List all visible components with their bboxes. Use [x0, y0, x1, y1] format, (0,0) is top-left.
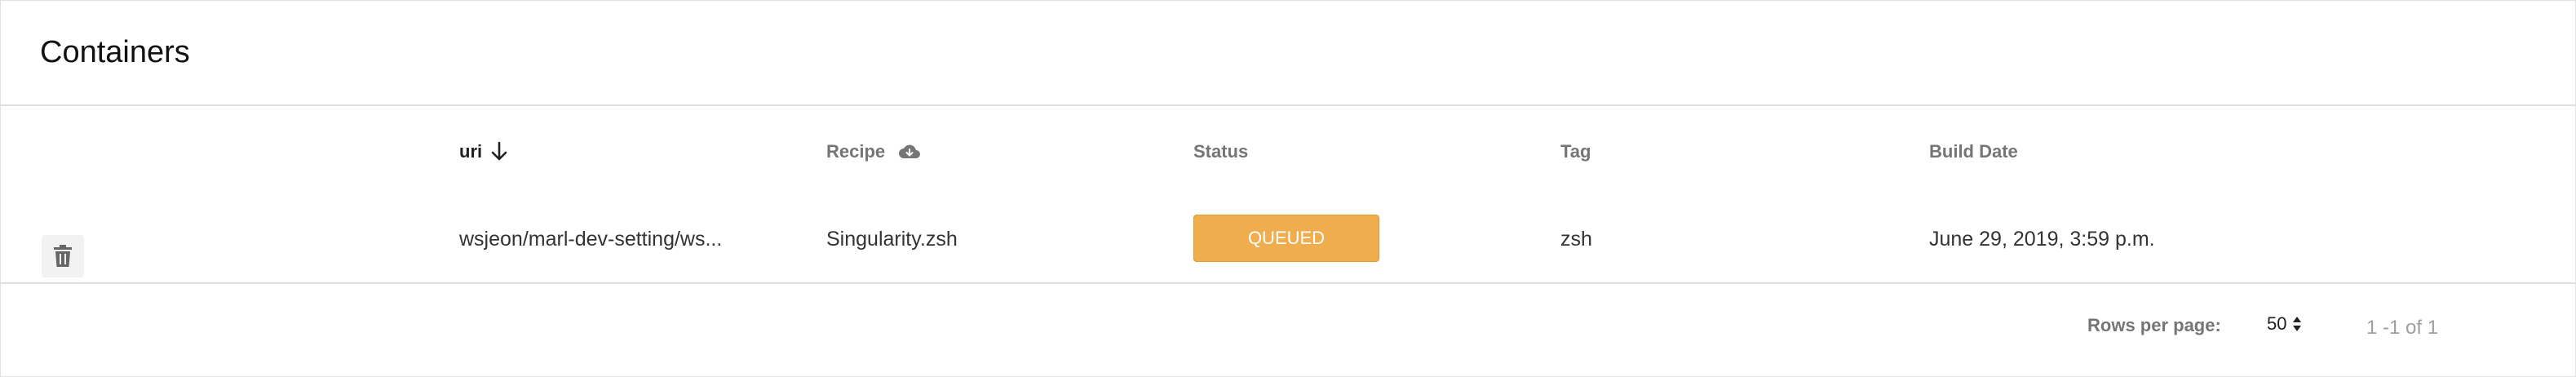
column-header-status[interactable]: Status	[1193, 140, 1248, 164]
column-header-recipe-label: Recipe	[826, 141, 886, 162]
table-footer-divider	[1, 282, 2575, 284]
arrow-down-icon	[491, 141, 507, 161]
trash-icon	[54, 245, 72, 267]
column-header-status-label: Status	[1193, 141, 1249, 162]
column-header-tag[interactable]: Tag	[1560, 140, 1591, 164]
column-header-build-date-label: Build Date	[1929, 141, 2018, 162]
up-down-arrows-icon	[2293, 317, 2302, 331]
card-title: Containers	[40, 35, 190, 69]
column-header-uri-label: uri	[459, 141, 483, 162]
status-badge: QUEUED	[1193, 215, 1379, 262]
row-tag: zsh	[1560, 228, 1592, 251]
row-build-date: June 29, 2019, 3:59 p.m.	[1929, 228, 2155, 251]
rows-per-page-select[interactable]: 50	[2267, 312, 2303, 336]
cloud-download-icon	[899, 144, 921, 158]
pagination-range: 1 -1 of 1	[2366, 317, 2439, 339]
rows-per-page-label: Rows per page:	[2087, 315, 2221, 335]
containers-card: Containers uri Recipe Status Tag Build D…	[0, 0, 2576, 377]
delete-button[interactable]	[42, 235, 84, 277]
column-header-build-date[interactable]: Build Date	[1929, 140, 2018, 164]
rows-per-page-value: 50	[2267, 313, 2287, 334]
column-header-tag-label: Tag	[1560, 141, 1591, 162]
header-divider	[1, 104, 2575, 106]
row-recipe: Singularity.zsh	[826, 228, 958, 251]
row-uri[interactable]: wsjeon/marl-dev-setting/ws...	[459, 226, 737, 252]
column-header-uri[interactable]: uri	[459, 140, 508, 164]
column-header-recipe[interactable]: Recipe	[826, 140, 921, 164]
